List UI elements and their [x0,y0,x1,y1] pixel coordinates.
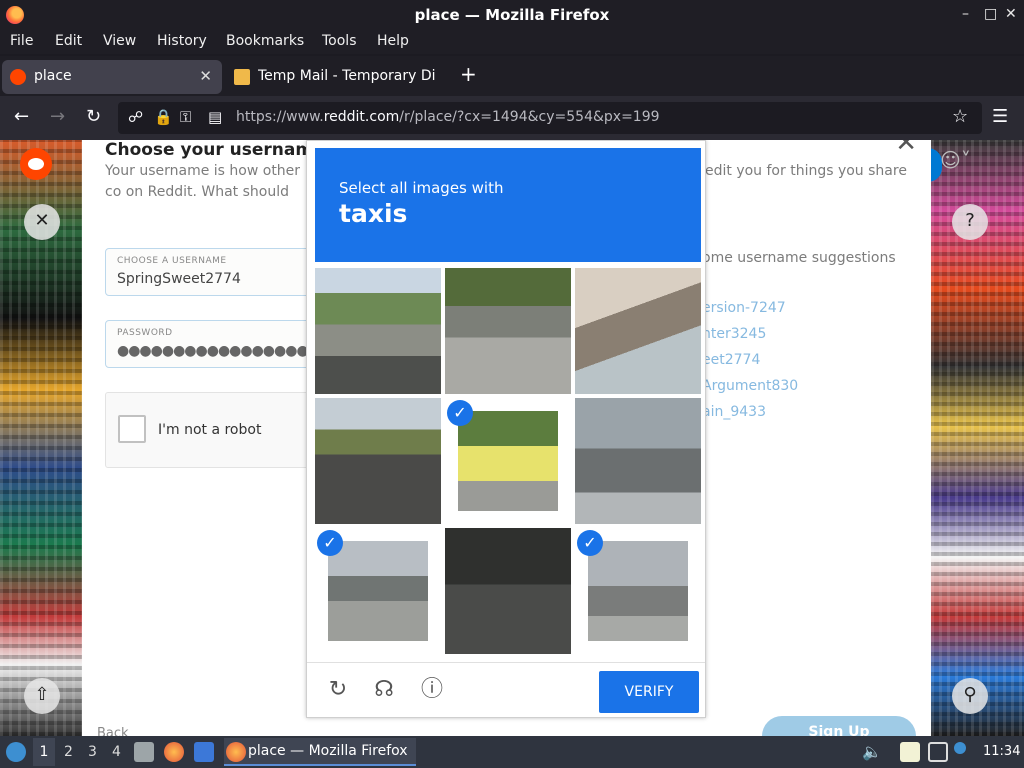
window-titlebar: place — Mozilla Firefox – □ ✕ [0,0,1024,30]
captcha-tile-2[interactable] [445,268,571,394]
tab-strip: place ✕ Temp Mail - Temporary Di [0,56,1024,96]
menu-tools[interactable]: Tools [322,33,357,49]
help-question-icon[interactable]: ? [952,204,988,240]
url-bar[interactable]: ☍ 🔒 ⚿ ▤ https://www.reddit.com/r/place/?… [118,102,982,134]
captcha-target: taxis [339,199,408,228]
workspace-3[interactable]: 3 [88,744,97,760]
key-icon[interactable]: ⚿ [180,108,191,126]
taskbar-window-title: place — Mozilla Firefox [248,743,408,759]
username-field[interactable]: CHOOSE A USERNAME SpringSweet2774 [105,248,310,296]
hamburger-menu-icon[interactable]: ☰ [992,106,1008,127]
desktop-icon[interactable] [194,742,214,762]
minimize-button[interactable]: – [962,6,969,22]
close-circle-icon[interactable]: ✕ [24,204,60,240]
tile-selected-check-icon: ✓ [577,530,603,556]
reload-challenge-icon[interactable]: ↻ [325,677,351,703]
captcha-header: Select all images with taxis [315,148,701,262]
captcha-tile-1[interactable] [315,268,441,394]
workspace-4[interactable]: 4 [112,744,121,760]
recaptcha-widget[interactable]: I'm not a robot [105,392,315,468]
menu-edit[interactable]: Edit [55,33,82,49]
description-left: Your username is how other co on Reddit.… [105,163,301,200]
username-suggestion[interactable]: ain_9433 [702,404,766,420]
modal-close-icon[interactable]: ✕ [895,140,917,158]
captcha-footer: ↻ ☊ ⓘ VERIFY [307,662,705,718]
verify-button[interactable]: VERIFY [599,671,699,713]
captcha-challenge: Select all images with taxis ✓ ✓ ✓ ↻ ☊ ⓘ… [306,140,706,718]
network-icon[interactable] [928,742,948,762]
lock-icon[interactable]: 🔒 [154,108,173,126]
username-suggestion[interactable]: ersion-7247 [702,300,786,316]
info-icon[interactable]: ⓘ [419,677,445,703]
forward-arrow-icon: → [50,106,66,127]
tab-label: Temp Mail - Temporary Di [258,68,436,84]
workspace-1[interactable]: 1 [33,738,55,766]
modal-heading: Choose your username [105,140,325,160]
password-field[interactable]: PASSWORD ●●●●●●●●●●●●●●●●● [105,320,310,368]
firefox-launcher-icon[interactable] [164,742,184,762]
password-label: PASSWORD [117,328,173,338]
window-title: place — Mozilla Firefox [414,6,610,24]
description-right: edit you for things you share [705,163,907,179]
permissions-icon[interactable]: ▤ [208,108,222,126]
workspace-2[interactable]: 2 [64,744,73,760]
shield-icon[interactable]: ☍ [128,108,143,126]
tile-selected-check-icon: ✓ [447,400,473,426]
captcha-tile-8[interactable] [445,528,571,654]
reddit-logo-icon[interactable] [20,148,52,180]
menu-help[interactable]: Help [377,33,409,49]
sign-up-button[interactable]: Sign Up [762,716,916,736]
captcha-tile-6[interactable] [575,398,701,524]
captcha-instruction: Select all images with [339,179,504,197]
taskbar: 1 2 3 4 place — Mozilla Firefox 🔈 11:34 [0,736,1024,768]
captcha-tile-4[interactable] [315,398,441,524]
tab-place[interactable]: place ✕ [2,60,222,94]
menu-file[interactable]: File [10,33,33,49]
bookmark-star-icon[interactable]: ☆ [952,106,968,127]
reload-icon[interactable]: ↻ [86,106,101,127]
captcha-tile-3[interactable] [575,268,701,394]
username-suggestion[interactable]: nter3245 [702,326,766,342]
username-suggestion[interactable]: Argument830 [702,378,798,394]
clipboard-icon[interactable] [900,742,920,762]
volume-icon[interactable]: 🔈 [862,742,882,762]
file-manager-icon[interactable] [134,742,154,762]
username-label: CHOOSE A USERNAME [117,256,227,266]
navigation-bar: ← → ↻ ☍ 🔒 ⚿ ▤ https://www.reddit.com/r/p… [0,96,1024,140]
mail-favicon-icon [234,69,250,85]
zoom-search-icon[interactable]: ⚲ [952,678,988,714]
username-suggestion[interactable]: eet2774 [702,352,760,368]
back-arrow-icon[interactable]: ← [14,106,29,127]
page-viewport: ✕ ⇧ ? ⚲ ☺˅ ✕ Choose your username Your u… [0,140,1024,736]
user-menu-icon[interactable]: ☺˅ [940,148,971,172]
password-value[interactable]: ●●●●●●●●●●●●●●●●● [117,343,309,359]
clock: 11:34 [983,744,1021,759]
menu-view[interactable]: View [103,33,136,49]
share-upload-icon[interactable]: ⇧ [24,678,60,714]
menu-bookmarks[interactable]: Bookmarks [226,33,304,49]
back-link[interactable]: Back [97,726,129,736]
start-menu-icon[interactable] [6,742,26,762]
reddit-favicon-icon [10,69,26,85]
username-value[interactable]: SpringSweet2774 [117,271,241,287]
recaptcha-label: I'm not a robot [158,422,262,438]
tab-label: place [34,68,72,84]
recaptcha-checkbox[interactable] [118,415,146,443]
suggestions-heading: ome username suggestions [702,250,896,266]
url-text[interactable]: https://www.reddit.com/r/place/?cx=1494&… [236,109,660,125]
tab-close-icon[interactable]: ✕ [199,67,212,85]
notification-icon[interactable] [954,742,966,754]
new-tab-plus-icon[interactable]: + [460,62,477,86]
audio-headphones-icon[interactable]: ☊ [371,677,397,703]
tab-temp-mail[interactable]: Temp Mail - Temporary Di [226,60,448,94]
close-window-button[interactable]: ✕ [1005,6,1017,22]
menu-history[interactable]: History [157,33,207,49]
menu-bar: File Edit View History Bookmarks Tools H… [0,30,1024,54]
taskbar-firefox-window[interactable]: place — Mozilla Firefox [224,738,416,766]
maximize-button[interactable]: □ [984,6,997,22]
firefox-window-icon [226,742,246,762]
tile-selected-check-icon: ✓ [317,530,343,556]
